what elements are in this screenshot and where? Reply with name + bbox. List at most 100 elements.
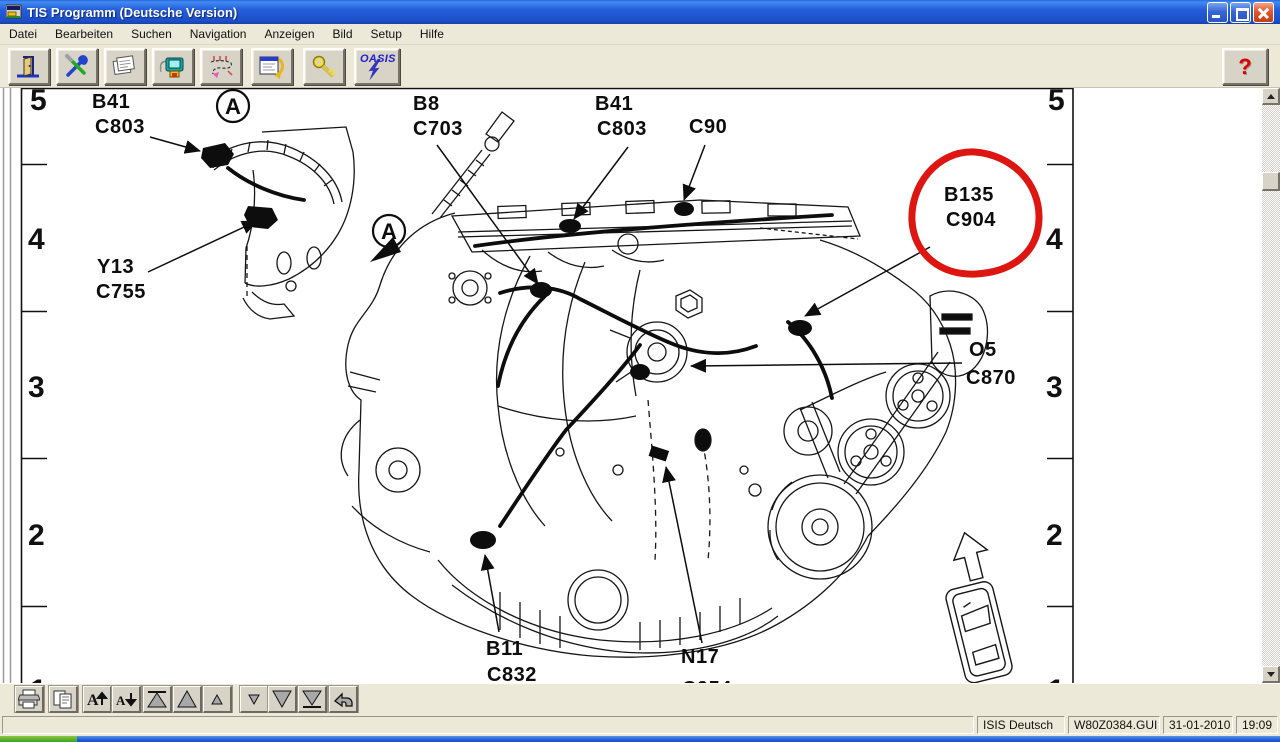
triangle-up-icon — [1267, 94, 1275, 99]
start-button-edge[interactable] — [0, 736, 77, 742]
zoom-down-max-icon — [301, 689, 323, 709]
diagram-frame — [21, 88, 1073, 683]
oasis-icon: OASIS — [360, 53, 394, 81]
exit-button[interactable] — [8, 48, 50, 85]
ruler-left: 5 4 3 2 1 — [28, 88, 47, 683]
menu-setup[interactable]: Setup — [362, 25, 411, 43]
minimize-button[interactable] — [1207, 2, 1228, 23]
vertical-scrollbar[interactable] — [1262, 88, 1280, 683]
tools-button[interactable] — [56, 48, 98, 85]
svg-text:C703: C703 — [413, 118, 463, 140]
svg-text:3: 3 — [28, 371, 45, 404]
ruler-right: 5 4 3 2 1 — [1046, 88, 1065, 683]
print-icon — [18, 689, 40, 709]
label-b135-highlighted: B135 C904 — [944, 184, 996, 231]
copy-icon — [52, 689, 74, 709]
zoom-down-icon — [271, 689, 293, 709]
svg-text:4: 4 — [1046, 223, 1063, 256]
zoom-up-small-icon — [206, 689, 228, 709]
window-refresh-icon — [257, 53, 287, 81]
menu-bearbeiten[interactable]: Bearbeiten — [46, 25, 122, 43]
svg-text:N17: N17 — [681, 646, 719, 668]
label-n17: N17 C954 — [681, 646, 732, 683]
viewer-icon — [158, 53, 188, 81]
svg-text:C870: C870 — [966, 367, 1016, 389]
label-b41-left: B41 C803 — [92, 91, 145, 138]
svg-text:B8: B8 — [413, 93, 440, 115]
label-b11: B11 C832 — [486, 638, 537, 683]
restore-button[interactable] — [1230, 2, 1251, 23]
zone-marker-a2: A — [370, 215, 405, 262]
svg-text:A: A — [87, 692, 99, 709]
print-button[interactable] — [15, 686, 44, 713]
engine-wiring-diagram: 5 4 3 2 1 5 4 3 2 1 — [0, 88, 1280, 683]
zone-marker-a1: A — [217, 90, 249, 122]
viewer-button[interactable] — [152, 48, 194, 85]
documents-button[interactable] — [104, 48, 146, 85]
status-bar: ISIS Deutsch W80Z0384.GUI 31-01-2010 19:… — [0, 713, 1280, 736]
font-larger-button[interactable]: A — [83, 686, 112, 713]
menu-navigation[interactable]: Navigation — [181, 25, 256, 43]
wiring-route-button[interactable] — [200, 48, 242, 85]
help-icon: ? — [1238, 56, 1251, 78]
status-time: 19:09 — [1236, 716, 1278, 734]
app-icon — [6, 4, 23, 20]
exit-door-icon — [15, 53, 43, 81]
label-y13: Y13 C755 — [96, 256, 146, 303]
svg-text:5: 5 — [30, 88, 47, 117]
font-smaller-button[interactable]: A — [112, 686, 141, 713]
svg-text:O5: O5 — [969, 339, 997, 361]
svg-text:C803: C803 — [95, 116, 145, 138]
help-button[interactable]: ? — [1222, 48, 1268, 85]
zoom-up-max-icon — [146, 689, 168, 709]
svg-text:C803: C803 — [597, 118, 647, 140]
zoom-up-button[interactable] — [173, 686, 202, 713]
label-o5: O5 C870 — [966, 339, 1016, 389]
component-labels: B41 C803 Y13 C755 B8 C703 B41 C803 C90 — [92, 91, 1016, 683]
back-button[interactable] — [329, 686, 358, 713]
key-button[interactable] — [303, 48, 345, 85]
diagram-area: 5 4 3 2 1 5 4 3 2 1 — [0, 88, 1280, 683]
zoom-down-small-button[interactable] — [240, 686, 269, 713]
svg-text:5: 5 — [1048, 88, 1065, 117]
key-icon — [310, 53, 338, 81]
svg-text:3: 3 — [1046, 371, 1063, 404]
zoom-up-small-button[interactable] — [203, 686, 232, 713]
main-toolbar: OASIS ? — [0, 45, 1280, 88]
close-button[interactable] — [1253, 2, 1274, 23]
svg-text:C904: C904 — [946, 209, 996, 231]
zoom-down-button[interactable] — [268, 686, 297, 713]
image-toolbar: A A — [0, 683, 1280, 713]
menu-suchen[interactable]: Suchen — [122, 25, 181, 43]
svg-text:1: 1 — [30, 674, 47, 683]
zoom-up-max-button[interactable] — [143, 686, 172, 713]
svg-text:B11: B11 — [486, 638, 523, 660]
zoom-down-max-button[interactable] — [298, 686, 327, 713]
panel-edge-lines — [4, 88, 11, 683]
taskbar-edge — [0, 736, 1280, 742]
oasis-button[interactable]: OASIS — [354, 48, 400, 85]
scroll-up-button[interactable] — [1262, 88, 1280, 105]
status-date: 31-01-2010 — [1163, 716, 1233, 734]
menu-bild[interactable]: Bild — [324, 25, 362, 43]
menu-hilfe[interactable]: Hilfe — [411, 25, 453, 43]
svg-text:1: 1 — [1048, 674, 1065, 683]
copy-button[interactable] — [49, 686, 78, 713]
menu-datei[interactable]: Datei — [0, 25, 46, 43]
window-refresh-button[interactable] — [251, 48, 293, 85]
font-larger-icon: A — [85, 689, 109, 709]
back-icon — [331, 689, 355, 709]
scroll-down-button[interactable] — [1262, 666, 1280, 683]
menu-anzeigen[interactable]: Anzeigen — [255, 25, 323, 43]
documents-icon — [110, 53, 140, 81]
svg-text:B41: B41 — [92, 91, 130, 113]
connector-blobs — [201, 143, 812, 549]
engine-line-art — [208, 112, 987, 657]
wiring-route-icon — [206, 53, 236, 81]
svg-text:C832: C832 — [487, 664, 537, 683]
label-b8: B8 C703 — [413, 93, 463, 140]
scrollbar-thumb[interactable] — [1262, 172, 1280, 191]
zoom-up-icon — [176, 689, 198, 709]
tools-icon — [63, 53, 91, 81]
svg-text:2: 2 — [1046, 519, 1063, 552]
